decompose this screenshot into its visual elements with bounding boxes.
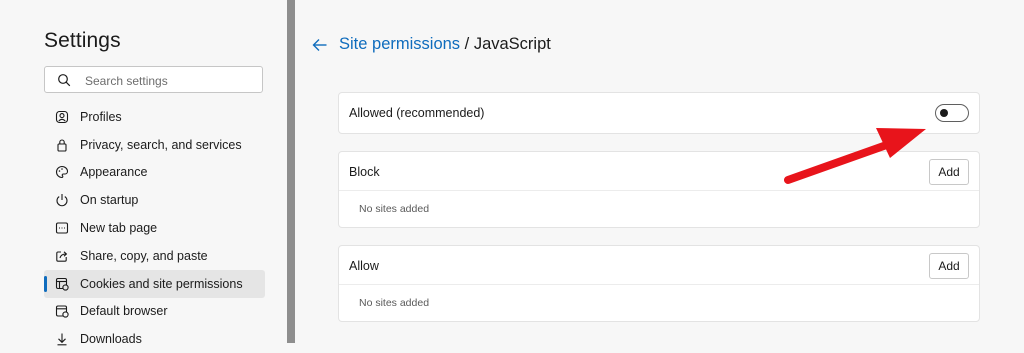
allow-title: Allow: [349, 259, 379, 273]
search-input[interactable]: [83, 70, 257, 92]
allowed-toggle[interactable]: [935, 104, 969, 122]
sidebar-item-privacy[interactable]: Privacy, search, and services: [44, 131, 265, 159]
block-card-header: Block Add: [339, 152, 979, 191]
sidebar-item-profiles[interactable]: Profiles: [44, 103, 265, 131]
search-icon: [58, 74, 71, 87]
back-button[interactable]: [311, 36, 329, 54]
sidebar-item-label: Default browser: [80, 304, 168, 319]
sidebar-item-cookies-permissions[interactable]: Cookies and site permissions: [44, 269, 265, 298]
allowed-label: Allowed (recommended): [349, 106, 485, 120]
sidebar-item-label: Downloads: [80, 332, 142, 347]
back-arrow-icon: [312, 39, 327, 51]
sidebar-item-default-browser[interactable]: Default browser: [44, 298, 265, 326]
search-box[interactable]: [44, 66, 263, 93]
main-content: Site permissions / JavaScript Allowed (r…: [295, 0, 1024, 343]
sidebar-item-label: Cookies and site permissions: [80, 276, 243, 291]
sidebar-item-on-startup[interactable]: On startup: [44, 186, 265, 214]
sidebar-item-label: New tab page: [80, 221, 158, 236]
sidebar-nav: Profiles Privacy, search, and services A…: [44, 103, 265, 353]
power-icon: [54, 192, 70, 208]
sidebar-item-downloads[interactable]: Downloads: [44, 325, 265, 353]
cookie-permissions-icon: [54, 276, 70, 292]
allow-add-button[interactable]: Add: [929, 253, 969, 279]
share-icon: [54, 248, 70, 264]
settings-sidebar: Settings Profiles Privacy, search, and s…: [0, 0, 287, 346]
allow-empty-text: No sites added: [359, 297, 430, 309]
lock-icon: [54, 137, 70, 153]
toggle-knob: [940, 109, 948, 117]
download-icon: [54, 331, 70, 347]
sidebar-item-label: Share, copy, and paste: [80, 248, 208, 263]
breadcrumb-separator: /: [460, 35, 474, 53]
sidebar-item-appearance[interactable]: Appearance: [44, 159, 265, 187]
sidebar-item-label: On startup: [80, 193, 139, 208]
block-title: Block: [349, 165, 380, 179]
block-card: Block Add No sites added: [338, 151, 980, 228]
breadcrumb-site-permissions-link[interactable]: Site permissions: [339, 35, 460, 53]
block-empty-text: No sites added: [359, 203, 430, 215]
breadcrumb-current: JavaScript: [473, 35, 551, 53]
profile-icon: [54, 109, 70, 125]
sidebar-item-label: Profiles: [80, 109, 122, 124]
sidebar-scrollbar[interactable]: [287, 0, 295, 343]
sidebar-item-share-copy-paste[interactable]: Share, copy, and paste: [44, 242, 265, 270]
browser-icon: [54, 303, 70, 319]
palette-icon: [54, 164, 70, 180]
allow-card: Allow Add No sites added: [338, 245, 980, 322]
sidebar-item-new-tab-page[interactable]: New tab page: [44, 214, 265, 242]
sidebar-item-label: Appearance: [80, 165, 148, 180]
block-add-button[interactable]: Add: [929, 159, 969, 185]
sidebar-item-label: Privacy, search, and services: [80, 137, 242, 152]
sidebar-title: Settings: [44, 29, 121, 52]
new-tab-icon: [54, 220, 70, 236]
allowed-card: Allowed (recommended): [338, 92, 980, 134]
breadcrumb: Site permissions / JavaScript: [339, 35, 551, 54]
allow-card-header: Allow Add: [339, 246, 979, 285]
